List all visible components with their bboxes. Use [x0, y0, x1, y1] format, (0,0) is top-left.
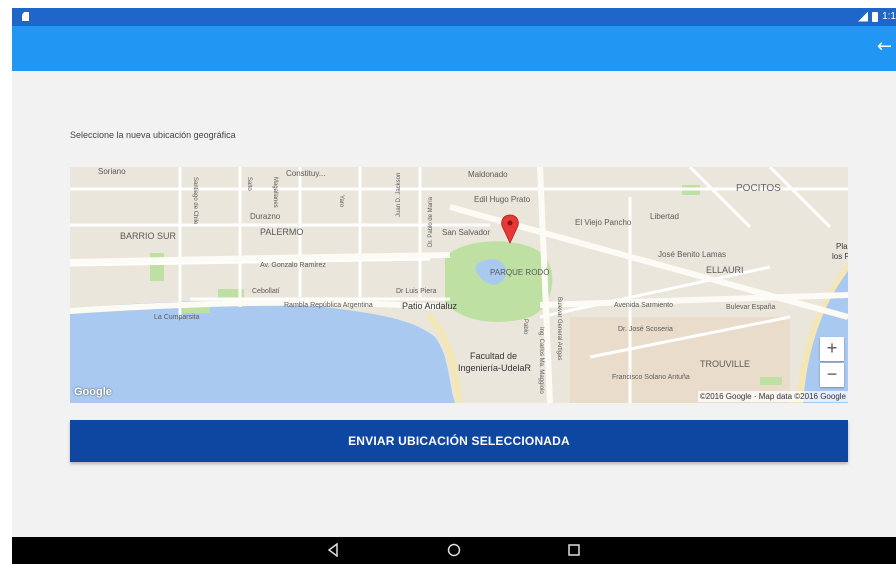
- label-pablo: Pablo: [522, 319, 528, 335]
- label-constituyente: Constituy...: [286, 169, 325, 178]
- signal-icon: [858, 11, 869, 22]
- label-cebollati: Cebollatí: [252, 288, 280, 295]
- label-bulevar-artigas: Bulevar General Artigas: [556, 297, 562, 360]
- zoom-out-button[interactable]: −: [820, 363, 844, 387]
- label-facultad-2: Ingeniería-UdelaR: [458, 363, 532, 373]
- label-magallanes: Magallanes: [272, 177, 278, 208]
- label-playa-1: Pla: [836, 242, 848, 251]
- status-icons: 1:1: [858, 11, 896, 22]
- label-jose-benito-lamas: José Benito Lamas: [658, 250, 726, 259]
- google-logo: Google: [74, 386, 112, 398]
- battery-icon: [872, 11, 879, 22]
- label-juan-d-jackson: Juan D. Jackson: [396, 173, 402, 217]
- sd-card-icon: [22, 12, 29, 21]
- label-rambla: Rambla República Argentina: [284, 302, 373, 309]
- status-time: 1:1: [882, 11, 896, 22]
- device-screen: 1:1 ← Seleccione la nueva ubicación geog…: [12, 8, 896, 564]
- label-gonzalo-ramirez: Av. Gonzalo Ramírez: [260, 262, 326, 269]
- label-santiago-de-chile: Santiago de Chile: [192, 177, 198, 225]
- label-pocitos: POCITOS: [736, 183, 781, 194]
- map-attribution[interactable]: ©2016 Google · Map data ©2016 Google: [697, 391, 848, 402]
- home-circle-icon[interactable]: [447, 543, 461, 557]
- label-durazno: Durazno: [250, 212, 281, 221]
- label-ellauri: ELLAURI: [706, 265, 744, 275]
- label-maldonado: Maldonado: [468, 170, 508, 179]
- street-diag-4: [768, 167, 832, 229]
- label-hugo-prato: Edil Hugo Prato: [474, 195, 531, 204]
- recents-square-icon[interactable]: [567, 543, 581, 557]
- label-la-cumparsita: La Cumparsita: [154, 314, 200, 321]
- zoom-in-button[interactable]: +: [820, 337, 844, 361]
- navigation-bar: [12, 537, 896, 564]
- label-facultad-1: Facultad de: [470, 351, 517, 361]
- label-yaro: Yaro: [338, 195, 344, 208]
- app-bar: ←: [12, 26, 896, 71]
- label-playa-2: los P: [832, 252, 848, 261]
- arrow-left-icon[interactable]: ←: [877, 37, 892, 57]
- label-francisco-solano: Francisco Solano Antuña: [612, 374, 690, 381]
- map-canvas: Soriano Constituy... Maldonado Edil Hugo…: [70, 167, 848, 403]
- label-soriano: Soriano: [98, 167, 126, 176]
- location-marker-icon: [501, 214, 519, 244]
- label-patio-andaluz: Patio Andaluz: [402, 301, 458, 311]
- label-bulevar-espana: Bulevar España: [726, 304, 776, 311]
- label-barrio-sur: BARRIO SUR: [120, 231, 177, 241]
- label-parque-rodo: PARQUE RODÓ: [490, 268, 549, 277]
- label-salto: Salto: [246, 177, 252, 191]
- status-bar: 1:1: [12, 8, 896, 26]
- send-location-button[interactable]: ENVIAR UBICACIÓN SELECCIONADA: [70, 420, 848, 462]
- street-diag-3: [688, 167, 752, 229]
- water-rio-de-la-plata: [70, 301, 455, 403]
- map-view[interactable]: Soriano Constituy... Maldonado Edil Hugo…: [70, 167, 848, 403]
- label-el-viejo-pancho: El Viejo Pancho: [575, 218, 632, 227]
- label-avenida-sarmiento: Avenida Sarmiento: [614, 302, 673, 309]
- label-palermo: PALERMO: [260, 227, 303, 237]
- label-libertad: Libertad: [650, 212, 679, 221]
- park-small-5: [760, 377, 782, 385]
- instruction-text: Seleccione la nueva ubicación geográfica: [70, 130, 236, 140]
- label-trouville: TROUVILLE: [700, 359, 750, 369]
- label-dr-luis-piera: Dr Luis Piera: [396, 288, 437, 295]
- back-triangle-icon[interactable]: [326, 543, 340, 557]
- label-pablo-de-maria: Dr. Pablo de María: [428, 196, 434, 247]
- label-san-salvador: San Salvador: [442, 228, 490, 237]
- label-dr-jose-scoseria: Dr. José Scoseria: [618, 326, 673, 333]
- label-carlos-maggiolo: Ing. Carlos Ma. Maggiolo: [538, 327, 544, 394]
